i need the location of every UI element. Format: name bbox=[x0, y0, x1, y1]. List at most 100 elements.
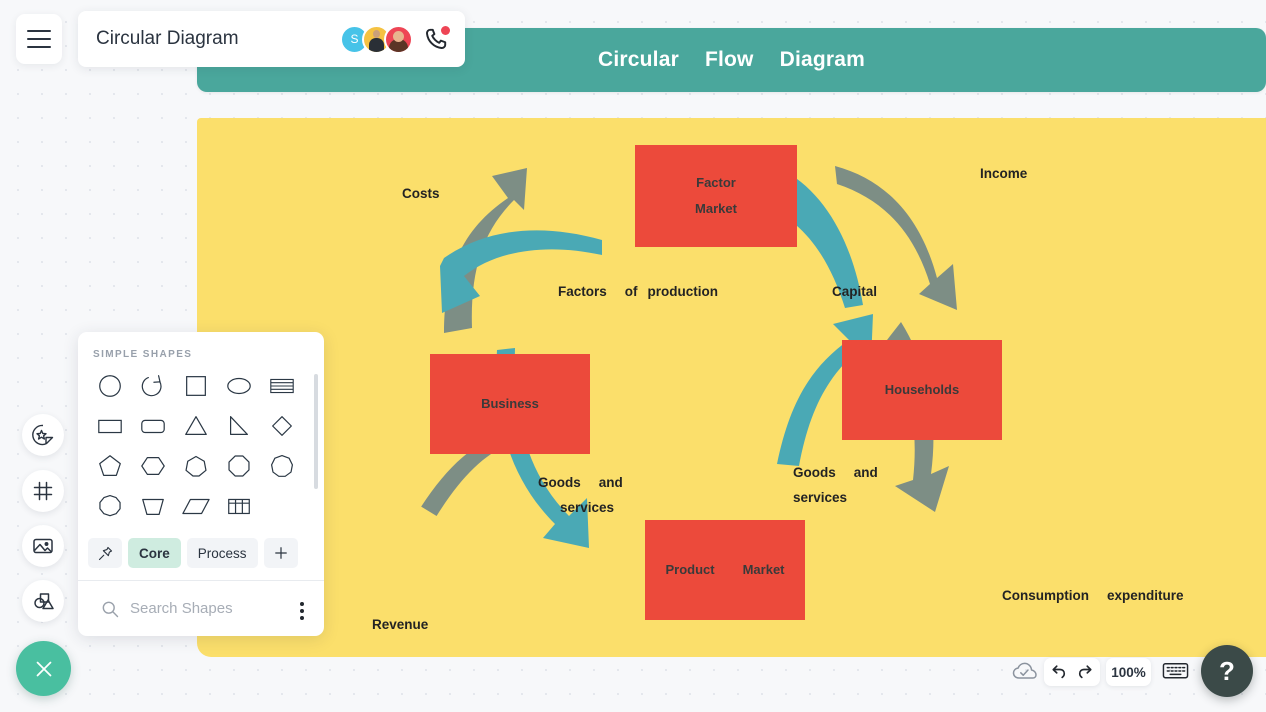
kebab-dot bbox=[300, 609, 304, 613]
help-label: ? bbox=[1219, 655, 1235, 686]
notification-dot bbox=[441, 26, 450, 35]
label-costs: Costs bbox=[402, 186, 440, 201]
label-goods-and-services-left: Goods and services bbox=[538, 470, 623, 520]
close-panel-button[interactable] bbox=[16, 641, 71, 696]
kebab-menu-icon[interactable] bbox=[300, 602, 304, 620]
shape-decagon[interactable] bbox=[88, 488, 131, 523]
label-consumption-expenditure: Consumption expenditure bbox=[1002, 588, 1184, 603]
label-part: and bbox=[853, 465, 878, 480]
shape-triangle[interactable] bbox=[174, 408, 217, 443]
diagram-title-word-1: Circular bbox=[597, 48, 679, 71]
hamburger-menu-icon[interactable] bbox=[16, 14, 62, 64]
shapes-panel: SIMPLE SHAPES Core Process Search Shapes bbox=[78, 332, 324, 636]
label-income: Income bbox=[980, 166, 1028, 181]
node-line: Product bbox=[665, 562, 715, 577]
node-line: Market bbox=[742, 562, 785, 577]
tab-process[interactable]: Process bbox=[186, 538, 258, 568]
zoom-level-button[interactable]: 100% bbox=[1106, 658, 1151, 686]
shape-square[interactable] bbox=[174, 368, 217, 403]
kebab-dot bbox=[300, 602, 304, 606]
shape-rectangle[interactable] bbox=[88, 408, 131, 443]
arrow-factors-of-production bbox=[440, 230, 602, 313]
node-line: Business bbox=[481, 396, 539, 411]
menu-line bbox=[27, 46, 51, 48]
label-part: and bbox=[598, 475, 623, 490]
label-part: expenditure bbox=[1107, 588, 1184, 603]
factor-market-node[interactable]: Factor Market bbox=[635, 145, 797, 247]
shape-ellipse[interactable] bbox=[218, 368, 261, 403]
label-part: Goods bbox=[538, 475, 581, 490]
diagram-canvas[interactable]: Factor Market Households Business Produc… bbox=[197, 118, 1266, 657]
business-node[interactable]: Business bbox=[430, 354, 590, 454]
shape-octagon[interactable] bbox=[218, 448, 261, 483]
label-part: Consumption bbox=[1002, 588, 1089, 603]
document-title-card: Circular Diagram S bbox=[78, 11, 465, 67]
shape-circle[interactable] bbox=[88, 368, 131, 403]
shape-pentagon[interactable] bbox=[88, 448, 131, 483]
diagram-title-word-3: Diagram bbox=[779, 48, 866, 71]
frame-icon bbox=[33, 481, 53, 501]
sidebar-item-frames[interactable] bbox=[22, 470, 64, 512]
menu-line bbox=[27, 30, 51, 32]
tab-add-category[interactable] bbox=[263, 538, 298, 568]
sidebar-item-shapes[interactable] bbox=[22, 580, 64, 622]
menu-line bbox=[27, 38, 51, 40]
node-line: Market bbox=[695, 201, 737, 216]
shape-trapezoid[interactable] bbox=[131, 488, 174, 523]
kebab-dot bbox=[300, 616, 304, 620]
label-factors-of-production: Factors of production bbox=[558, 284, 718, 299]
pin-icon bbox=[98, 546, 112, 560]
shape-nonagon[interactable] bbox=[261, 448, 304, 483]
households-node[interactable]: Households bbox=[842, 340, 1002, 440]
shape-grid-table[interactable] bbox=[218, 488, 261, 523]
label-part: services bbox=[560, 500, 615, 515]
collaborator-avatars: S bbox=[340, 24, 413, 54]
search-input[interactable] bbox=[128, 599, 282, 618]
shape-table-rows[interactable] bbox=[261, 368, 304, 403]
redo-icon bbox=[1078, 665, 1092, 679]
shape-grid bbox=[88, 368, 304, 523]
diagram-title-word-2: Flow bbox=[704, 48, 754, 71]
shape-parallelogram[interactable] bbox=[174, 488, 217, 523]
panel-scrollbar[interactable] bbox=[314, 374, 318, 489]
shape-right-triangle[interactable] bbox=[218, 408, 261, 443]
node-line: Households bbox=[884, 382, 960, 397]
close-x-icon bbox=[36, 661, 51, 676]
undo-redo-group bbox=[1044, 658, 1100, 686]
search-shapes-row bbox=[78, 581, 324, 636]
node-line: Factor bbox=[696, 175, 736, 190]
label-part: production bbox=[647, 284, 719, 299]
shape-heptagon[interactable] bbox=[174, 448, 217, 483]
label-capital: Capital bbox=[832, 284, 878, 299]
label-part: Goods bbox=[793, 465, 836, 480]
shape-arc-arrow[interactable] bbox=[131, 368, 174, 403]
search-icon bbox=[102, 601, 119, 617]
document-title[interactable]: Circular Diagram bbox=[96, 28, 340, 50]
shapes-icon bbox=[34, 593, 54, 610]
shapes-section-title: SIMPLE SHAPES bbox=[93, 349, 193, 360]
label-revenue: Revenue bbox=[372, 617, 429, 632]
label-part: Factors bbox=[558, 284, 607, 299]
shape-empty bbox=[261, 488, 304, 523]
phone-call-icon[interactable] bbox=[423, 26, 450, 52]
sidebar-item-stickers[interactable] bbox=[22, 414, 64, 456]
plus-icon bbox=[274, 547, 287, 559]
shape-hexagon[interactable] bbox=[131, 448, 174, 483]
tab-pinned[interactable] bbox=[88, 538, 122, 568]
tab-core[interactable]: Core bbox=[128, 538, 181, 568]
help-button[interactable]: ? bbox=[1201, 645, 1253, 697]
label-goods-and-services-right: Goods and services bbox=[793, 460, 878, 510]
shape-diamond[interactable] bbox=[261, 408, 304, 443]
image-icon bbox=[33, 538, 53, 554]
keyboard-shortcuts-icon[interactable] bbox=[1162, 660, 1189, 684]
cloud-saved-icon[interactable] bbox=[1012, 660, 1038, 684]
shape-rounded-rectangle[interactable] bbox=[131, 408, 174, 443]
label-part: services bbox=[793, 490, 848, 505]
undo-icon bbox=[1052, 665, 1066, 679]
sticker-star-icon bbox=[32, 424, 54, 446]
avatar[interactable] bbox=[384, 24, 413, 54]
label-part: of bbox=[624, 284, 638, 299]
sidebar-item-images[interactable] bbox=[22, 525, 64, 567]
product-market-node[interactable]: Product Market bbox=[645, 520, 805, 620]
shape-category-tabs: Core Process bbox=[88, 538, 298, 568]
